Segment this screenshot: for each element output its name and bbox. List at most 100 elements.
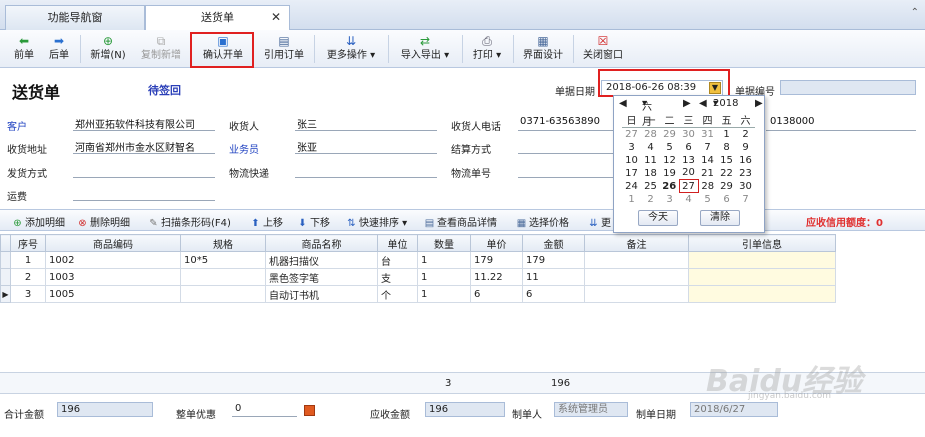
calendar-day[interactable]: 2 [736, 128, 755, 141]
calendar-day[interactable]: 13 [679, 154, 698, 167]
clear-button[interactable]: 清除 [700, 210, 740, 226]
calendar-day[interactable]: 18 [641, 167, 660, 180]
cell-unit[interactable]: 支 [377, 268, 418, 286]
receiver-value[interactable]: 张三 [297, 116, 317, 131]
cell-qty[interactable]: 1 [417, 268, 471, 286]
calculator-icon[interactable] [304, 405, 315, 416]
cell-amount[interactable]: 11 [522, 268, 585, 286]
calendar-day[interactable]: 7 [698, 141, 717, 154]
calendar-day[interactable]: 2 [641, 193, 660, 206]
calendar-day-selected[interactable]: 26 [660, 180, 679, 193]
col-header[interactable]: 引单信息 [688, 234, 836, 252]
col-header[interactable]: 商品编码 [45, 234, 181, 252]
phone-extra-value[interactable]: 0138000 [770, 116, 815, 127]
calendar-day[interactable]: 29 [660, 128, 679, 141]
calendar-day-today[interactable]: 27 [678, 179, 699, 193]
add-detail-button[interactable]: ⊕ 添加明细 [12, 214, 65, 229]
cell-remark[interactable] [584, 268, 689, 286]
cell-code[interactable]: 1003 [45, 268, 181, 286]
cell-ref-info[interactable] [688, 268, 836, 286]
print-button[interactable]: ⎙ 打印 ▾ [467, 33, 507, 66]
prev-button[interactable]: ⬅ 前单 [10, 33, 38, 66]
calendar-day[interactable]: 30 [679, 128, 698, 141]
calendar-day[interactable]: 24 [622, 180, 641, 193]
cell-unit[interactable]: 台 [377, 251, 418, 269]
cell-amount[interactable]: 179 [522, 251, 585, 269]
more-actions-button[interactable]: ⇊ 更多操作 ▾ [320, 33, 382, 66]
calendar-day[interactable]: 12 [660, 154, 679, 167]
cell-spec[interactable] [180, 285, 266, 303]
cell-remark[interactable] [584, 251, 689, 269]
calendar-day[interactable]: 4 [679, 193, 698, 206]
calendar-day[interactable]: 21 [698, 167, 717, 180]
cell-ref-info[interactable] [688, 251, 836, 269]
close-tab-icon[interactable]: ✕ [271, 6, 281, 29]
col-header[interactable]: 备注 [584, 234, 689, 252]
calendar-day[interactable]: 27 [622, 128, 641, 141]
cell-name[interactable]: 机器扫描仪 [265, 251, 378, 269]
receiver-phone-value[interactable]: 0371-63563890 [520, 116, 600, 127]
col-header[interactable]: 序号 [10, 234, 46, 252]
cell-qty[interactable]: 1 [417, 285, 471, 303]
col-header[interactable]: 单价 [470, 234, 523, 252]
view-detail-button[interactable]: ▤ 查看商品详情 [424, 214, 497, 229]
row-indicator[interactable] [0, 251, 11, 269]
col-header[interactable]: 商品名称 [265, 234, 378, 252]
cell-price[interactable]: 11.22 [470, 268, 523, 286]
cell-code[interactable]: 1002 [45, 251, 181, 269]
salesman-value[interactable]: 张亚 [297, 139, 317, 154]
import-export-button[interactable]: ⇄ 导入导出 ▾ [394, 33, 456, 66]
cell-unit[interactable]: 个 [377, 285, 418, 303]
cell-price[interactable]: 179 [470, 251, 523, 269]
calendar-day[interactable]: 3 [660, 193, 679, 206]
calendar-day[interactable]: 15 [717, 154, 736, 167]
move-up-button[interactable]: ⬆ 上移 [250, 214, 283, 229]
cite-order-button[interactable]: ▤ 引用订单 [260, 33, 308, 66]
close-window-button[interactable]: ☒ 关闭窗口 [579, 33, 627, 66]
cell-no[interactable]: 3 [10, 285, 46, 303]
cell-name[interactable]: 黑色签字笔 [265, 268, 378, 286]
calendar-day[interactable]: 19 [660, 167, 679, 180]
quick-sort-button[interactable]: ⇅ 快速排序 ▾ [346, 214, 407, 229]
calendar-day[interactable]: 25 [641, 180, 660, 193]
col-header[interactable]: 规格 [180, 234, 266, 252]
calendar-day[interactable]: 17 [622, 167, 641, 180]
today-button[interactable]: 今天 [638, 210, 678, 226]
calendar-day[interactable]: 20 [679, 167, 698, 180]
tab-nav-window[interactable]: 功能导航窗 [5, 5, 145, 30]
cell-no[interactable]: 1 [10, 251, 46, 269]
calendar-day[interactable]: 1 [717, 128, 736, 141]
delete-detail-button[interactable]: ⊗ 删除明细 [77, 214, 130, 229]
scan-barcode-button[interactable]: ✎ 扫描条形码(F4) [148, 214, 231, 229]
calendar-day[interactable]: 7 [736, 193, 755, 206]
calendar-day[interactable]: 14 [698, 154, 717, 167]
more-grid-button[interactable]: ⇊ 更 [588, 214, 611, 229]
cell-code[interactable]: 1005 [45, 285, 181, 303]
calendar-day[interactable]: 31 [698, 128, 717, 141]
collapse-icon[interactable]: ⌃ [911, 7, 919, 18]
table-row[interactable]: 2 1003 黑色签字笔 支 1 11.22 11 [0, 268, 836, 286]
prev-month-icon[interactable]: ◀ [619, 98, 627, 109]
tab-delivery-note[interactable]: 送货单 ✕ [145, 5, 290, 31]
docno-input[interactable] [780, 80, 916, 95]
month-select[interactable]: 六月 ▾ [642, 98, 652, 128]
ui-design-button[interactable]: ▦ 界面设计 [519, 33, 567, 66]
calendar-day[interactable]: 6 [717, 193, 736, 206]
calendar-day[interactable]: 9 [736, 141, 755, 154]
next-button[interactable]: ➡ 后单 [45, 33, 73, 66]
year-select[interactable]: 2018 ▾ [713, 98, 738, 109]
col-header[interactable]: 金额 [522, 234, 585, 252]
copy-new-button[interactable]: ⧉ 复制新增 [137, 33, 185, 66]
calendar-day[interactable]: 16 [736, 154, 755, 167]
calendar-day[interactable]: 28 [698, 180, 717, 193]
calendar-day[interactable]: 3 [622, 141, 641, 154]
cell-price[interactable]: 6 [470, 285, 523, 303]
calendar-day[interactable]: 11 [641, 154, 660, 167]
calendar-day[interactable]: 6 [679, 141, 698, 154]
table-row[interactable]: ▶ 3 1005 自动订书机 个 1 6 6 [0, 285, 836, 303]
cell-name[interactable]: 自动订书机 [265, 285, 378, 303]
cell-remark[interactable] [584, 285, 689, 303]
new-button[interactable]: ⊕ 新增(N) [86, 33, 130, 66]
next-month-icon[interactable]: ▶ [683, 98, 691, 109]
calendar-day[interactable]: 30 [736, 180, 755, 193]
